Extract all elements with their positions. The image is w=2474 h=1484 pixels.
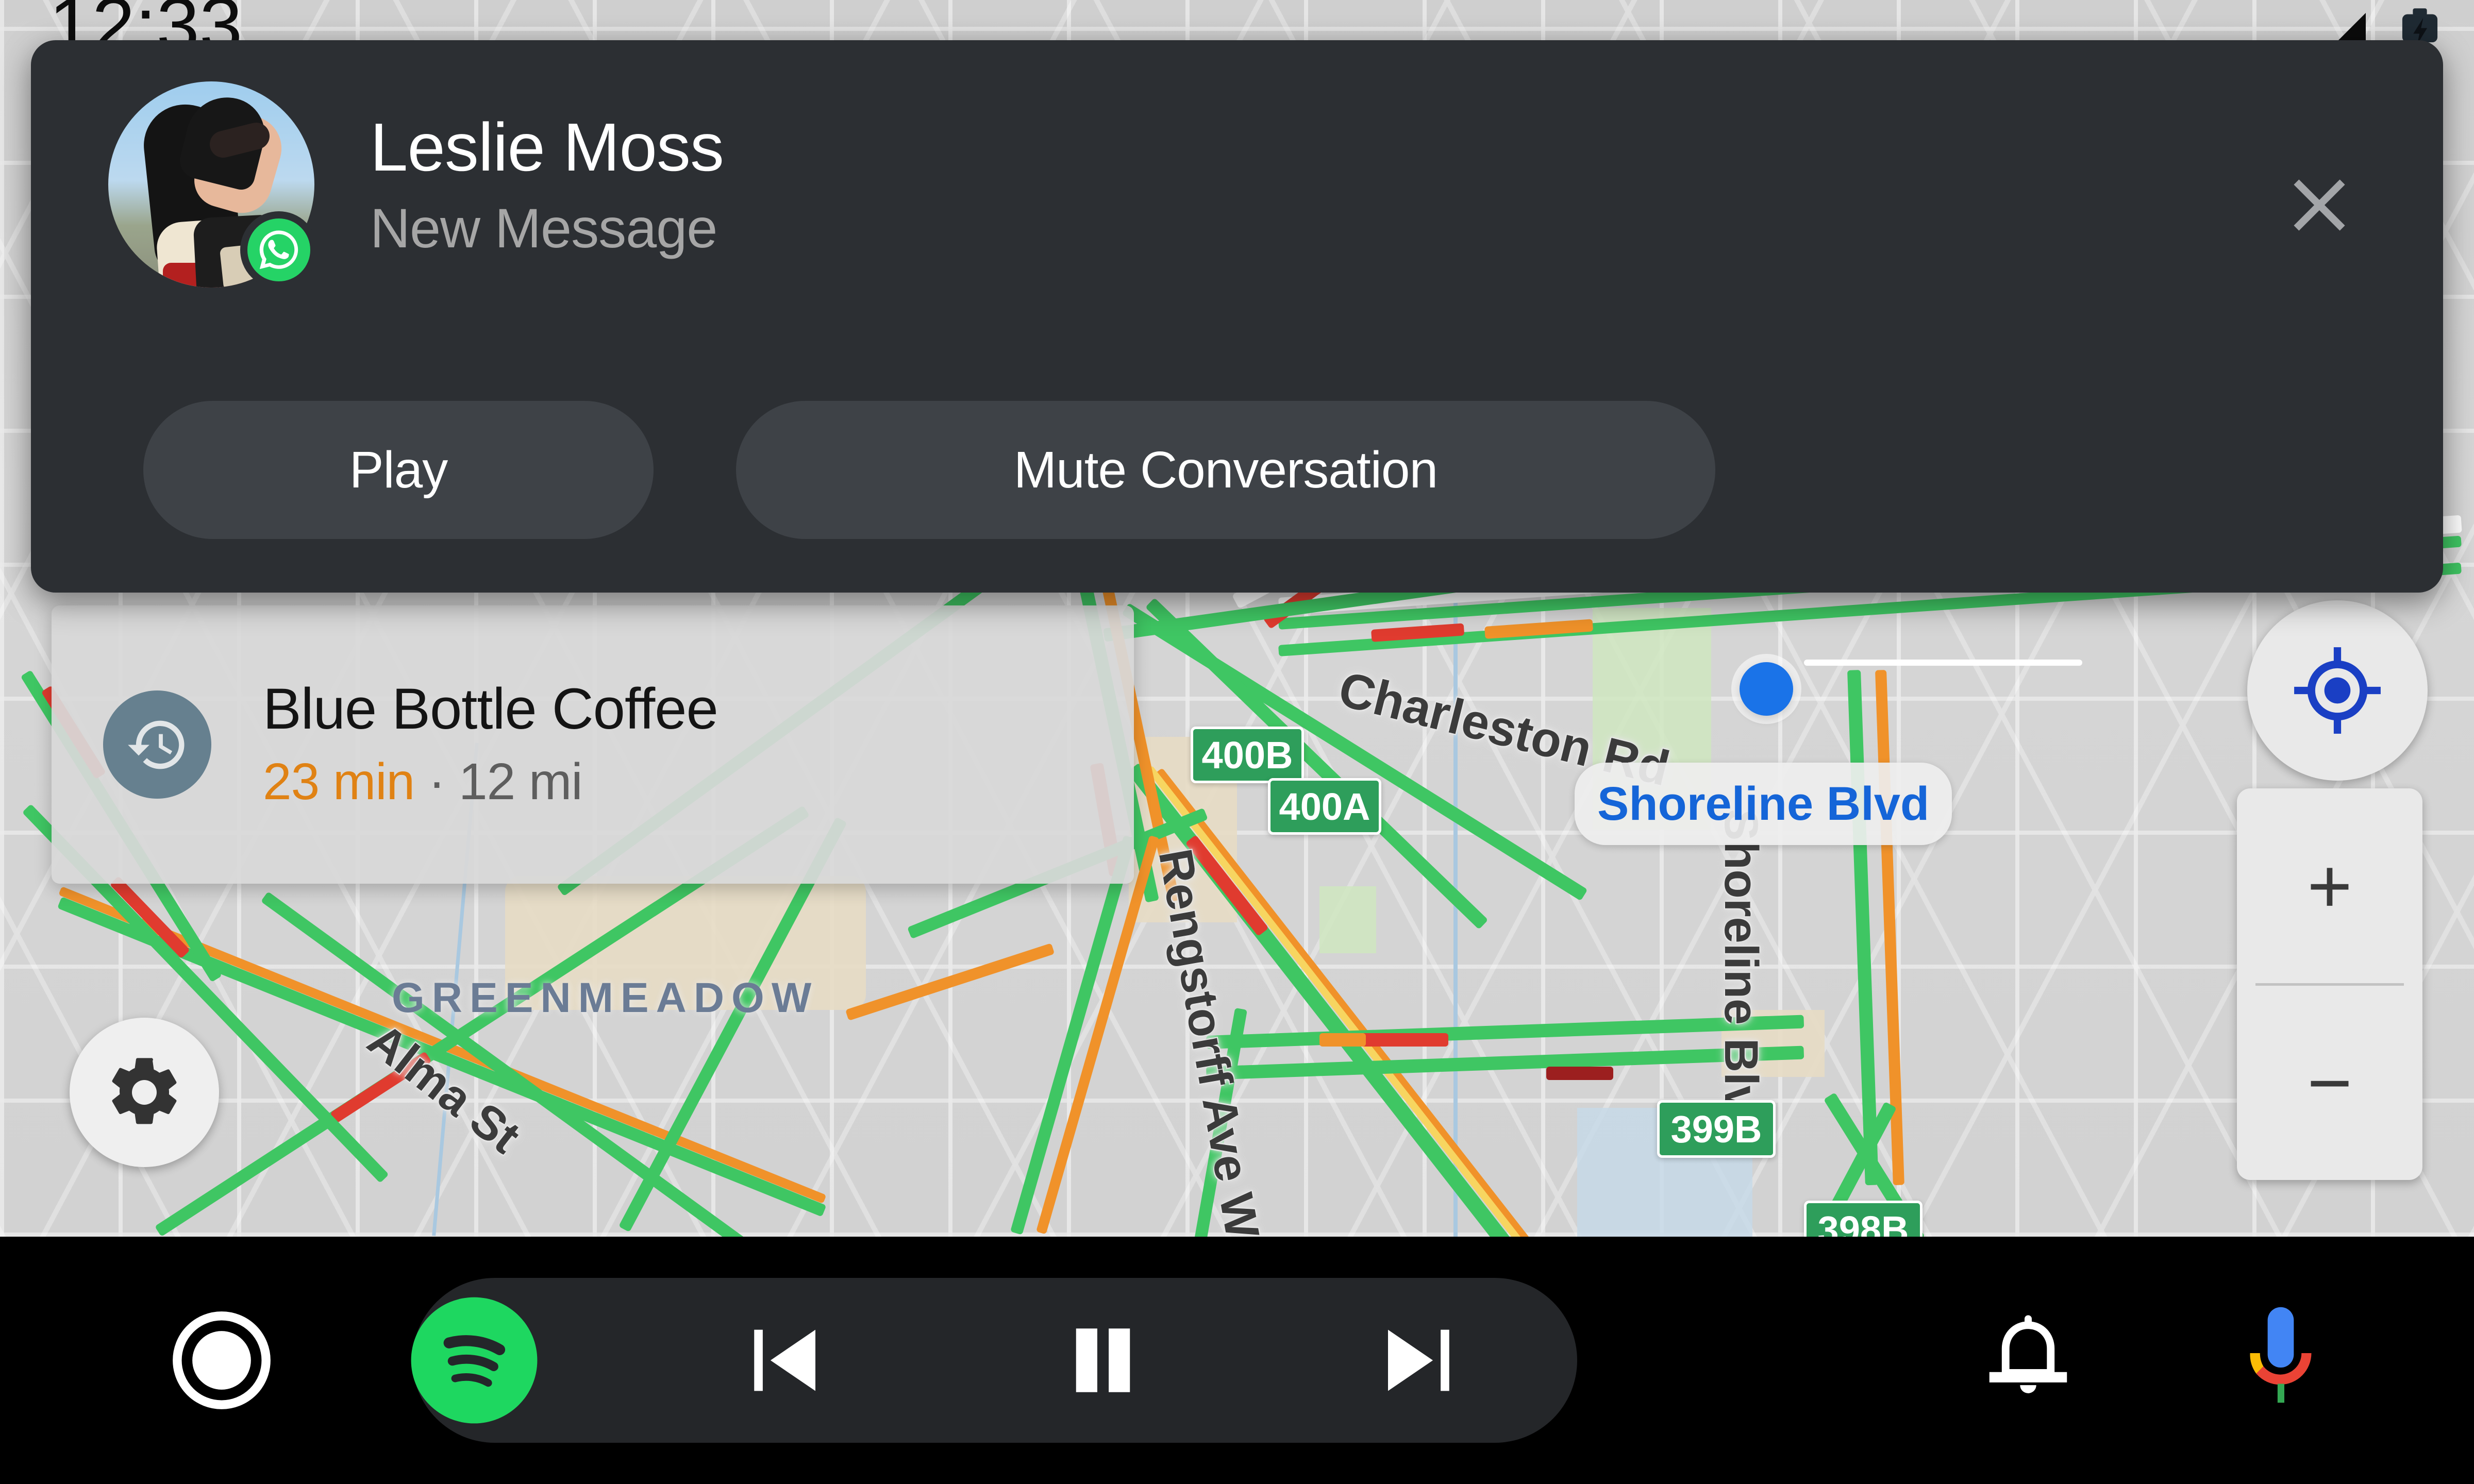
gear-icon — [112, 1058, 177, 1124]
map-settings-button[interactable] — [70, 1018, 219, 1167]
destination-suggestion-card[interactable]: Blue Bottle Coffee 23 min · 12 mi — [52, 605, 1134, 884]
zoom-out-label: − — [2307, 1039, 2352, 1126]
map-exit-sign-400b: 400B — [1191, 727, 1304, 783]
avatar-wrapper — [108, 81, 317, 289]
suggestion-separator: · — [414, 752, 459, 811]
zoom-controls[interactable]: + − — [2237, 788, 2422, 1180]
suggestion-eta: 23 min — [263, 752, 415, 811]
notifications-button[interactable] — [1974, 1306, 2082, 1414]
exit-sign-label: 400A — [1279, 785, 1370, 828]
sender-name: Leslie Moss — [370, 109, 724, 185]
skip-previous-icon — [754, 1329, 815, 1391]
bell-icon — [1989, 1315, 2067, 1393]
exit-sign-label: 399B — [1670, 1107, 1762, 1151]
pause-icon — [1076, 1328, 1130, 1392]
history-icon — [127, 720, 185, 769]
suggestion-subtitle: 23 min · 12 mi — [263, 751, 718, 813]
map-exit-sign-398b: 398B — [1804, 1201, 1923, 1237]
current-location-dot — [1740, 662, 1793, 716]
whatsapp-icon — [259, 230, 298, 269]
previous-track-button[interactable] — [737, 1311, 835, 1409]
recenter-button[interactable] — [2247, 600, 2428, 781]
suggestion-text: Blue Bottle Coffee 23 min · 12 mi — [263, 677, 718, 812]
play-button-label: Play — [349, 441, 448, 499]
close-button[interactable] — [2273, 159, 2366, 251]
pause-button[interactable] — [1054, 1311, 1152, 1409]
assistant-button[interactable] — [2227, 1301, 2335, 1420]
close-icon — [2294, 179, 2345, 231]
zoom-in-button[interactable]: + — [2237, 788, 2422, 983]
google-assistant-mic-icon — [2250, 1307, 2312, 1403]
spotify-icon — [411, 1297, 538, 1424]
notification-card[interactable]: Leslie Moss New Message Play Mute Conver… — [31, 40, 2443, 593]
map-road — [1804, 660, 2082, 666]
exit-sign-label: 400B — [1201, 733, 1293, 777]
mute-conversation-button[interactable]: Mute Conversation — [736, 401, 1715, 539]
street-bubble-label: Shoreline Blvd — [1597, 777, 1930, 830]
home-button[interactable] — [165, 1304, 278, 1417]
next-track-button[interactable] — [1368, 1311, 1466, 1409]
skip-next-icon — [1388, 1329, 1449, 1391]
bottom-navigation-bar — [0, 1237, 2474, 1484]
circle-home-icon — [173, 1311, 271, 1409]
spotify-app-button[interactable] — [407, 1293, 541, 1427]
app-badge — [240, 211, 317, 289]
zoom-in-label: + — [2307, 842, 2352, 929]
mute-conversation-button-label: Mute Conversation — [1013, 441, 1438, 499]
my-location-icon — [2294, 647, 2381, 734]
zoom-out-button[interactable]: − — [2237, 986, 2422, 1181]
notification-header: Leslie Moss New Message — [31, 40, 2443, 329]
notification-text: Leslie Moss New Message — [370, 110, 724, 259]
map-road-traffic — [1546, 1067, 1613, 1080]
notification-subtitle: New Message — [370, 197, 717, 260]
map-neighborhood-label: GREENMEADOW — [392, 974, 819, 1021]
suggestion-title: Blue Bottle Coffee — [263, 677, 718, 741]
notification-actions: Play Mute Conversation — [143, 401, 1715, 539]
map-road-traffic — [1319, 1033, 1366, 1047]
suggestion-icon-wrapper — [103, 690, 211, 799]
android-auto-screen: GREENMEADOW Charleston Rd Rengstorff Ave… — [0, 0, 2474, 1484]
map-street-bubble-shoreline[interactable]: Shoreline Blvd — [1575, 763, 1952, 845]
map-exit-sign-400a: 400A — [1268, 778, 1381, 835]
map-park — [1319, 886, 1376, 953]
suggestion-distance: 12 mi — [459, 752, 583, 811]
map-road-traffic — [1361, 1033, 1448, 1047]
exit-sign-label: 398B — [1817, 1208, 1909, 1237]
map-exit-sign-399b: 399B — [1657, 1100, 1776, 1158]
map-street-label-shoreline-vertical: Shoreline Blvd — [1715, 809, 1767, 1141]
play-button[interactable]: Play — [143, 401, 654, 539]
